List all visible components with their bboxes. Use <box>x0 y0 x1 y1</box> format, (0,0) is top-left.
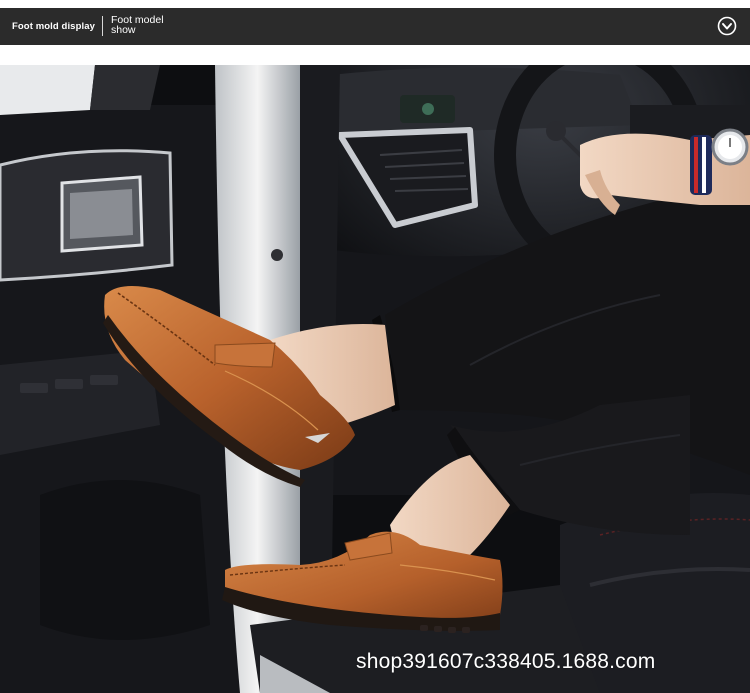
section-header: Foot mold display Foot model show <box>0 8 750 45</box>
chevron-down-circle-icon[interactable] <box>717 16 737 36</box>
header-divider <box>102 16 103 36</box>
product-photo: shop391607c338405.1688.com <box>0 65 750 693</box>
section-title: Foot mold display <box>12 21 95 32</box>
section-subtitle: Foot model show <box>111 15 181 36</box>
subtitle-line-2: show <box>111 24 136 36</box>
shop-watermark: shop391607c338405.1688.com <box>356 650 656 673</box>
